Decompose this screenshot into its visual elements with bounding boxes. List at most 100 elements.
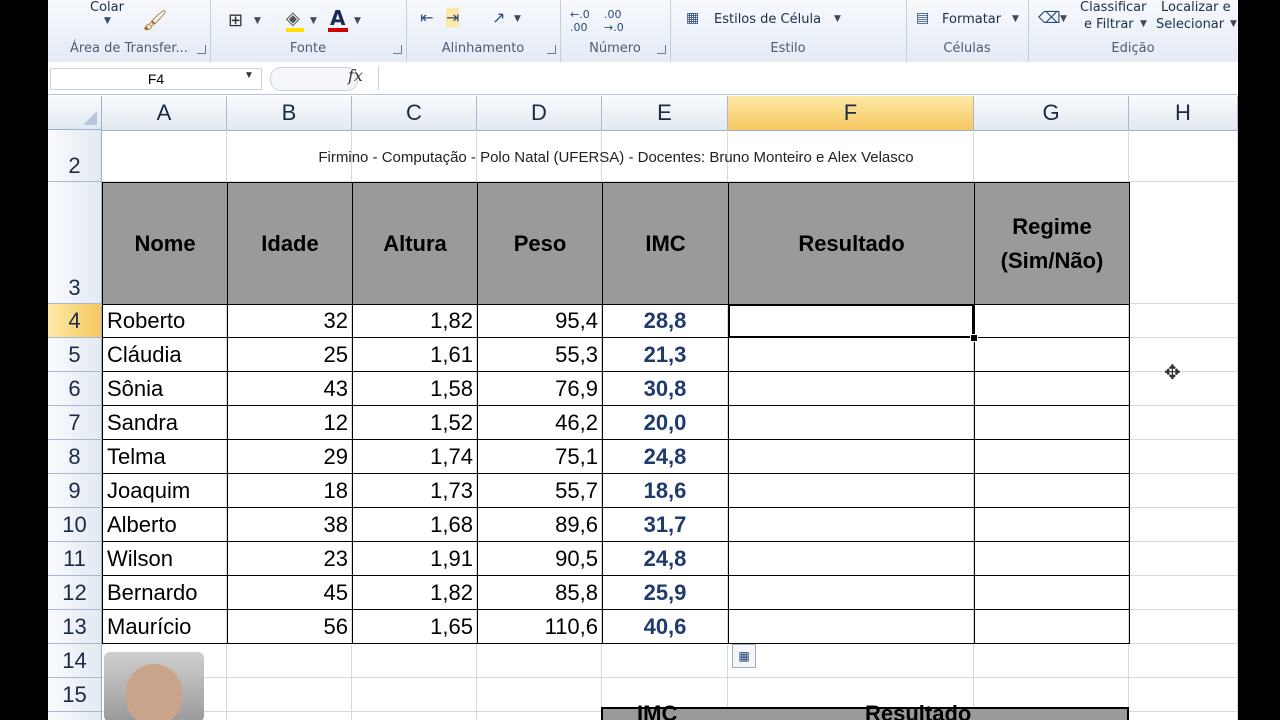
row-header-7[interactable]: 7 xyxy=(48,406,102,440)
cell-styles-button[interactable]: Estilos de Célula xyxy=(714,12,821,27)
sort-filter-label-2[interactable]: e Filtrar xyxy=(1084,17,1134,32)
column-header-f[interactable]: F xyxy=(728,96,974,131)
header-cell-3[interactable]: Peso xyxy=(477,182,603,305)
data-cell[interactable]: 12 xyxy=(227,406,353,440)
clipboard-launcher-icon[interactable] xyxy=(197,45,206,54)
fill-handle[interactable] xyxy=(970,334,978,342)
row-header-4[interactable]: 4 xyxy=(48,304,102,338)
increase-decimal-icon[interactable]: ←.0.00 xyxy=(570,8,590,34)
column-header-h[interactable]: H xyxy=(1129,96,1238,131)
cell-styles-dropdown-icon[interactable]: ▼ xyxy=(834,14,841,24)
data-cell[interactable]: 30,8 xyxy=(602,372,729,406)
format-icon[interactable]: ▤ xyxy=(916,10,929,26)
data-cell[interactable]: 46,2 xyxy=(477,406,603,440)
orientation-dropdown-icon[interactable]: ▼ xyxy=(514,14,521,24)
row-header-2[interactable]: 2 xyxy=(48,130,102,182)
borders-dropdown-icon[interactable]: ▼ xyxy=(254,16,261,26)
data-cell[interactable]: 38 xyxy=(227,508,353,542)
number-launcher-icon[interactable] xyxy=(657,45,666,54)
font-color-icon[interactable]: A xyxy=(330,6,345,30)
data-cell[interactable]: 29 xyxy=(227,440,353,474)
data-cell[interactable]: 18 xyxy=(227,474,353,508)
data-cell[interactable]: 23 xyxy=(227,542,353,576)
data-cell[interactable] xyxy=(974,440,1130,474)
cell-styles-icon[interactable]: ▦ xyxy=(686,10,699,26)
column-header-e[interactable]: E xyxy=(602,96,728,131)
data-cell[interactable]: 25,9 xyxy=(602,576,729,610)
data-cell[interactable] xyxy=(728,576,975,610)
data-cell[interactable] xyxy=(728,542,975,576)
data-cell[interactable]: 85,8 xyxy=(477,576,603,610)
data-cell[interactable]: 1,61 xyxy=(352,338,478,372)
paste-options-icon[interactable]: ▦ xyxy=(732,644,756,668)
data-cell[interactable] xyxy=(974,542,1130,576)
clear-dropdown-icon[interactable]: ▼ xyxy=(1060,14,1067,24)
row-header-5[interactable]: 5 xyxy=(48,338,102,372)
row-header-15[interactable]: 15 xyxy=(48,678,102,712)
row-header-3[interactable]: 3 xyxy=(48,182,102,304)
row-header-9[interactable]: 9 xyxy=(48,474,102,508)
data-cell[interactable]: Cláudia xyxy=(102,338,228,372)
column-header-c[interactable]: C xyxy=(352,96,477,131)
data-cell[interactable]: 56 xyxy=(227,610,353,644)
header-cell-6[interactable]: Regime (Sim/Não) xyxy=(974,182,1130,305)
data-cell[interactable]: 1,58 xyxy=(352,372,478,406)
header-cell-2[interactable]: Altura xyxy=(352,182,478,305)
data-cell[interactable]: Maurício xyxy=(102,610,228,644)
header-cell-5[interactable]: Resultado xyxy=(728,182,975,305)
data-cell[interactable] xyxy=(974,610,1130,644)
sort-filter-label-1[interactable]: Classificar xyxy=(1080,0,1146,15)
select-all-corner[interactable] xyxy=(48,96,102,130)
font-launcher-icon[interactable] xyxy=(393,45,402,54)
data-cell[interactable]: 1,91 xyxy=(352,542,478,576)
name-box-dropdown-icon[interactable]: ▼ xyxy=(244,70,254,81)
data-cell[interactable]: 1,82 xyxy=(352,304,478,338)
column-header-a[interactable]: A xyxy=(102,96,227,131)
data-cell[interactable]: 28,8 xyxy=(602,304,729,338)
data-cell[interactable]: 89,6 xyxy=(477,508,603,542)
data-cell[interactable]: 1,65 xyxy=(352,610,478,644)
data-cell[interactable]: 21,3 xyxy=(602,338,729,372)
row-header-16[interactable]: 16 xyxy=(48,712,102,720)
fill-color-icon[interactable]: ◈ xyxy=(286,8,300,29)
data-cell[interactable] xyxy=(728,338,975,372)
data-cell[interactable] xyxy=(974,372,1130,406)
column-header-b[interactable]: B xyxy=(227,96,352,131)
data-cell[interactable]: 45 xyxy=(227,576,353,610)
format-painter-icon[interactable]: 🖌 xyxy=(142,8,167,32)
header-cell-4[interactable]: IMC xyxy=(602,182,729,305)
data-cell[interactable]: 1,82 xyxy=(352,576,478,610)
data-cell[interactable]: Telma xyxy=(102,440,228,474)
data-cell[interactable]: Roberto xyxy=(102,304,228,338)
data-cell[interactable]: 1,68 xyxy=(352,508,478,542)
data-cell[interactable] xyxy=(974,338,1130,372)
data-cell[interactable]: 55,7 xyxy=(477,474,603,508)
active-cell-F4[interactable] xyxy=(728,304,974,338)
data-cell[interactable]: Sônia xyxy=(102,372,228,406)
row-header-12[interactable]: 12 xyxy=(48,576,102,610)
data-cell[interactable]: 90,5 xyxy=(477,542,603,576)
data-cell[interactable]: 75,1 xyxy=(477,440,603,474)
data-cell[interactable]: 20,0 xyxy=(602,406,729,440)
borders-icon[interactable]: ⊞ xyxy=(228,10,243,31)
header-cell-1[interactable]: Idade xyxy=(227,182,353,305)
data-cell[interactable]: 43 xyxy=(227,372,353,406)
data-cell[interactable]: 18,6 xyxy=(602,474,729,508)
row-header-11[interactable]: 11 xyxy=(48,542,102,576)
sheet-subtitle[interactable]: Firmino - Computação - Polo Natal (UFERS… xyxy=(103,131,1129,182)
row-header-13[interactable]: 13 xyxy=(48,610,102,644)
data-cell[interactable] xyxy=(728,372,975,406)
data-cell[interactable]: 110,6 xyxy=(477,610,603,644)
paste-button[interactable]: Colar xyxy=(90,0,124,15)
orientation-icon[interactable]: ↗ xyxy=(492,8,505,27)
row-header-6[interactable]: 6 xyxy=(48,372,102,406)
data-cell[interactable] xyxy=(728,474,975,508)
clear-icon[interactable]: ⌫ xyxy=(1038,8,1061,27)
data-cell[interactable] xyxy=(974,508,1130,542)
data-cell[interactable] xyxy=(974,304,1130,338)
data-cell[interactable]: Sandra xyxy=(102,406,228,440)
data-cell[interactable]: 1,52 xyxy=(352,406,478,440)
insert-function-icon[interactable]: fx xyxy=(348,66,363,85)
alignment-launcher-icon[interactable] xyxy=(547,45,556,54)
data-cell[interactable]: 95,4 xyxy=(477,304,603,338)
